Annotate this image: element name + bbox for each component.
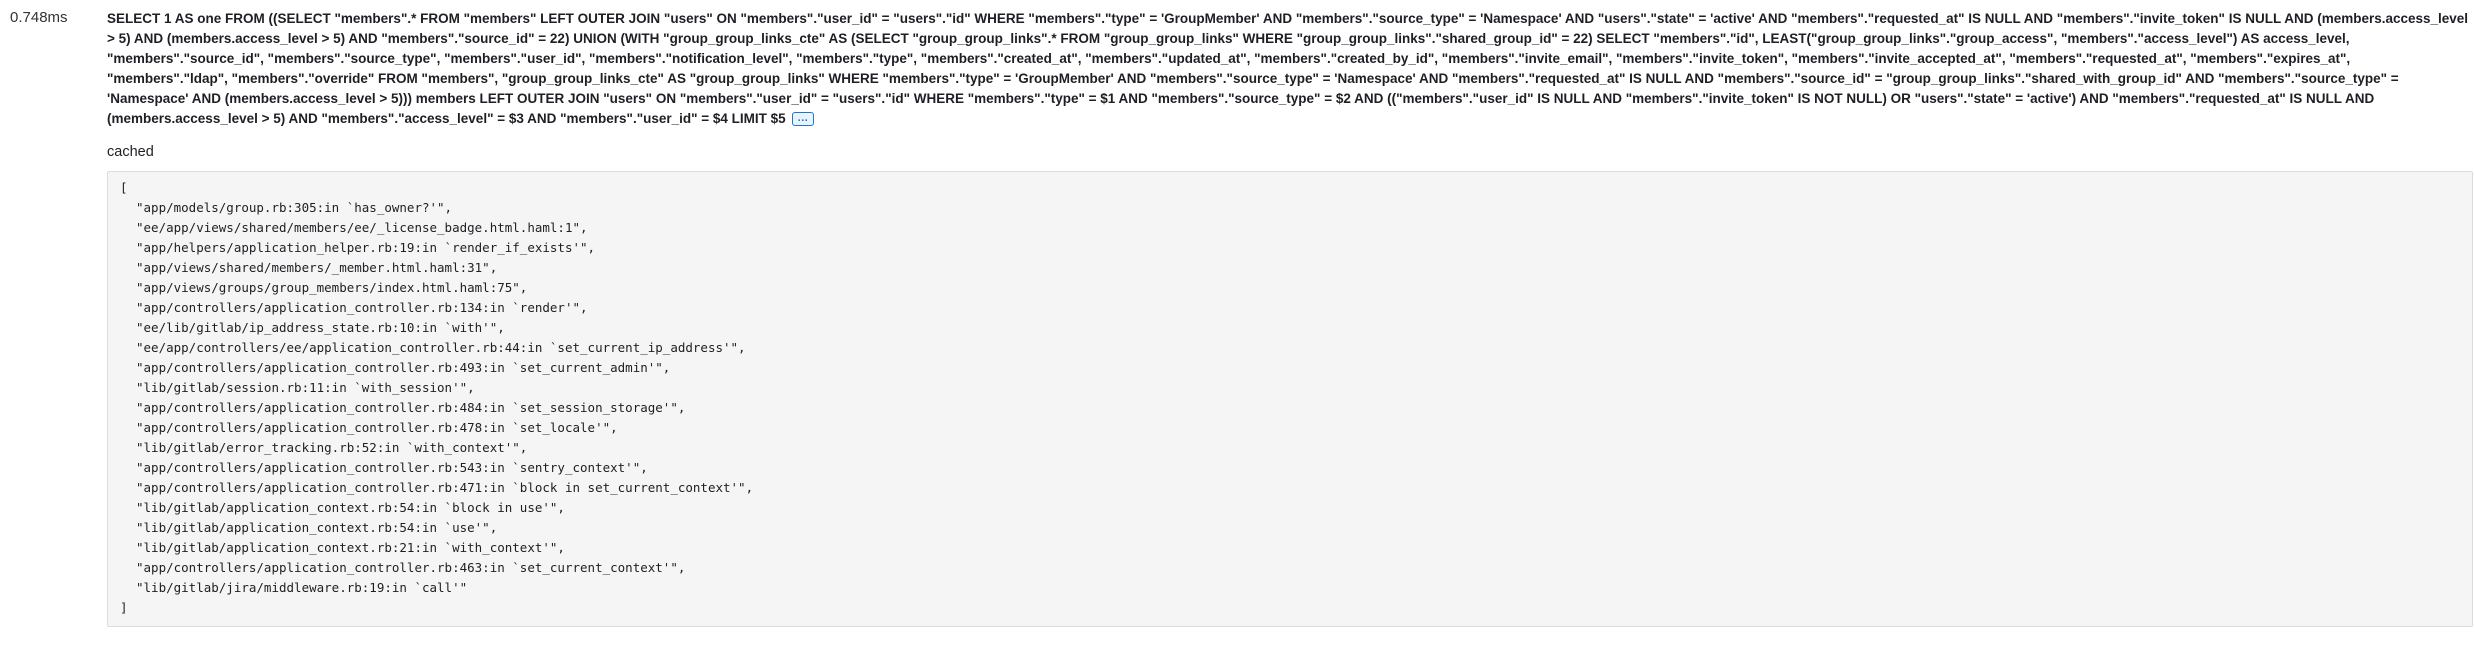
backtrace-line: "app/helpers/application_helper.rb:19:in… — [136, 240, 596, 255]
backtrace-block: [ "app/models/group.rb:305:in `has_owner… — [107, 171, 2473, 627]
backtrace-open-bracket: [ — [120, 180, 128, 195]
sql-query-row: 0.748ms SELECT 1 AS one FROM ((SELECT "m… — [0, 0, 2475, 648]
backtrace-line: "lib/gitlab/application_context.rb:21:in… — [136, 540, 565, 555]
backtrace-line: "app/views/groups/group_members/index.ht… — [136, 280, 528, 295]
backtrace-line: "lib/gitlab/session.rb:11:in `with_sessi… — [136, 380, 475, 395]
backtrace-line: "ee/app/views/shared/members/ee/_license… — [136, 220, 588, 235]
backtrace-line: "ee/app/controllers/ee/application_contr… — [136, 340, 746, 355]
backtrace-line: "app/controllers/application_controller.… — [136, 560, 686, 575]
query-detail: SELECT 1 AS one FROM ((SELECT "members".… — [107, 8, 2473, 627]
backtrace-line: "lib/gitlab/application_context.rb:54:in… — [136, 500, 565, 515]
expand-query-button[interactable]: … — [791, 112, 814, 127]
backtrace-line: "lib/gitlab/jira/middleware.rb:19:in `ca… — [136, 580, 468, 595]
backtrace-line: "app/controllers/application_controller.… — [136, 420, 618, 435]
backtrace-line: "lib/gitlab/error_tracking.rb:52:in `wit… — [136, 440, 528, 455]
backtrace-line: "app/controllers/application_controller.… — [136, 480, 754, 495]
backtrace-line: "app/controllers/application_controller.… — [136, 400, 686, 415]
backtrace-line: "app/controllers/application_controller.… — [136, 460, 648, 475]
backtrace-line: "app/controllers/application_controller.… — [136, 300, 588, 315]
sql-text: SELECT 1 AS one FROM ((SELECT "members".… — [107, 11, 2469, 126]
backtrace-line: "app/controllers/application_controller.… — [136, 360, 671, 375]
backtrace-line: "ee/lib/gitlab/ip_address_state.rb:10:in… — [136, 320, 505, 335]
cached-label: cached — [107, 144, 154, 160]
backtrace-close-bracket: ] — [120, 600, 128, 615]
backtrace-line: "app/models/group.rb:305:in `has_owner?'… — [136, 200, 453, 215]
backtrace-line: "lib/gitlab/application_context.rb:54:in… — [136, 520, 498, 535]
backtrace-line: "app/views/shared/members/_member.html.h… — [136, 260, 498, 275]
sql-statement: SELECT 1 AS one FROM ((SELECT "members".… — [107, 8, 2473, 129]
query-duration: 0.748ms — [10, 9, 68, 26]
